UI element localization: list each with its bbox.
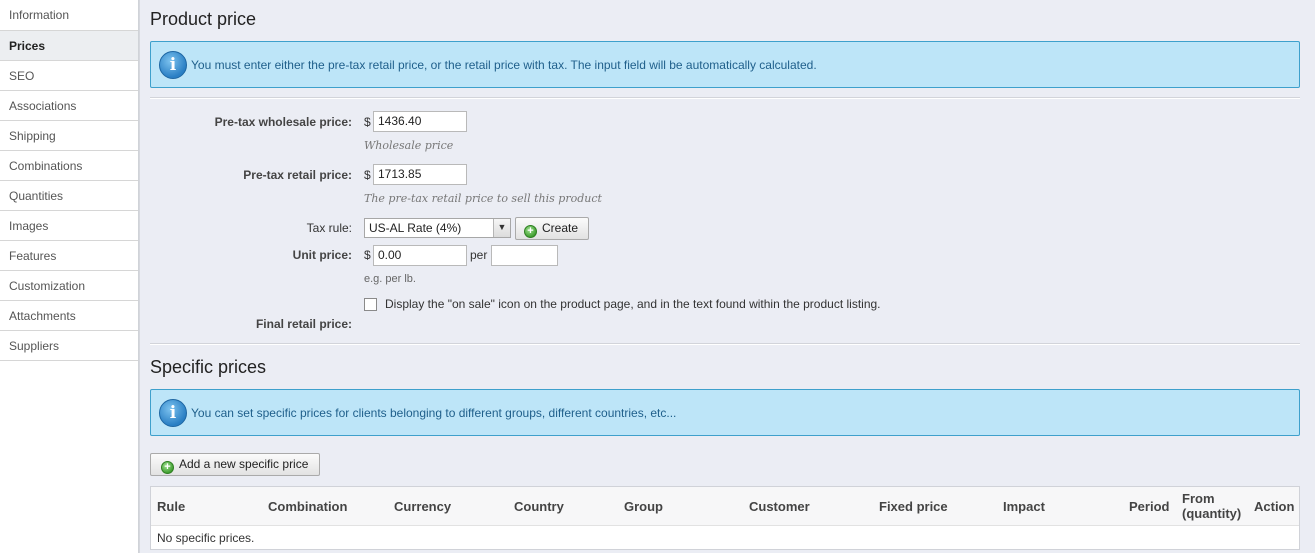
sidebar-item-combinations[interactable]: Combinations (0, 151, 138, 181)
sidebar-item-prices[interactable]: Prices (0, 31, 138, 61)
currency-symbol: $ (364, 248, 371, 262)
on-sale-checkbox[interactable] (364, 298, 377, 311)
table-row: No specific prices. (151, 527, 1299, 549)
sidebar-item-quantities[interactable]: Quantities (0, 181, 138, 211)
divider (150, 343, 1300, 345)
add-icon: + (161, 461, 174, 474)
column-header-action: Action (1254, 499, 1295, 514)
tax-rule-select[interactable]: US-AL Rate (4%) ▼ (364, 218, 511, 238)
sidebar-item-suppliers[interactable]: Suppliers (0, 331, 138, 361)
sidebar-item-customization[interactable]: Customization (0, 271, 138, 301)
specific-prices-table: Rule Combination Currency Country Group … (150, 486, 1300, 550)
per-label: per (470, 248, 488, 262)
column-header-impact: Impact (1003, 499, 1045, 514)
column-header-country: Country (514, 499, 564, 514)
column-header-period: Period (1129, 499, 1170, 514)
table-header: Rule Combination Currency Country Group … (151, 487, 1299, 526)
unit-price-input[interactable]: 0.00 (373, 245, 467, 266)
from-line: From (1182, 491, 1215, 506)
retail-price-input[interactable]: 1713.85 (373, 164, 467, 185)
empty-table-message: No specific prices. (157, 531, 255, 545)
column-header-group: Group (624, 499, 663, 514)
chevron-down-icon[interactable]: ▼ (493, 219, 510, 237)
add-specific-price-label: Add a new specific price (179, 457, 309, 471)
unit-per-input[interactable] (491, 245, 558, 266)
tax-rule-selected: US-AL Rate (4%) (369, 221, 462, 235)
main-panel: Product price i You must enter either th… (139, 0, 1315, 553)
divider (150, 97, 1300, 99)
sidebar-item-information[interactable]: Information (0, 0, 138, 31)
sidebar-item-shipping[interactable]: Shipping (0, 121, 138, 151)
final-retail-price-label: Final retail price: (255, 317, 352, 331)
unit-price-label: Unit price: (292, 248, 352, 262)
price-info-text: You must enter either the pre-tax retail… (191, 58, 817, 72)
wholesale-price-label: Pre-tax wholesale price: (214, 115, 352, 129)
column-header-from-quantity: From (quantity) (1182, 491, 1241, 521)
unit-price-hint: e.g. per lb. (364, 273, 416, 285)
retail-price-hint: The pre-tax retail price to sell this pr… (364, 192, 602, 205)
column-header-rule: Rule (157, 499, 186, 514)
sidebar-item-features[interactable]: Features (0, 241, 138, 271)
specific-prices-info-text: You can set specific prices for clients … (191, 406, 677, 420)
info-icon: i (159, 399, 187, 427)
specific-prices-title: Specific prices (150, 357, 267, 377)
sidebar-item-seo[interactable]: SEO (0, 61, 138, 91)
sidebar-item-attachments[interactable]: Attachments (0, 301, 138, 331)
product-price-title: Product price (150, 9, 257, 29)
info-icon: i (159, 51, 187, 79)
column-header-currency: Currency (394, 499, 452, 514)
retail-price-label: Pre-tax retail price: (243, 168, 352, 182)
add-specific-price-button[interactable]: + Add a new specific price (150, 453, 320, 476)
price-info-box: i You must enter either the pre-tax reta… (150, 41, 1300, 88)
create-button-label: Create (542, 221, 579, 235)
quantity-line: (quantity) (1182, 506, 1242, 521)
wholesale-price-hint: Wholesale price (364, 139, 454, 152)
specific-prices-info-box: i You can set specific prices for client… (150, 389, 1300, 436)
on-sale-label: Display the "on sale" icon on the produc… (385, 297, 881, 311)
sidebar-item-associations[interactable]: Associations (0, 91, 138, 121)
create-tax-rule-button[interactable]: + Create (515, 217, 589, 240)
add-icon: + (524, 225, 537, 238)
currency-symbol: $ (364, 115, 371, 129)
sidebar-item-images[interactable]: Images (0, 211, 138, 241)
sidebar: Information Prices SEO Associations Ship… (0, 0, 139, 553)
column-header-combination: Combination (268, 499, 348, 514)
column-header-customer: Customer (749, 499, 810, 514)
tax-rule-label: Tax rule: (306, 221, 352, 235)
currency-symbol: $ (364, 168, 371, 182)
column-header-fixed-price: Fixed price (879, 499, 948, 514)
wholesale-price-input[interactable]: 1436.40 (373, 111, 467, 132)
